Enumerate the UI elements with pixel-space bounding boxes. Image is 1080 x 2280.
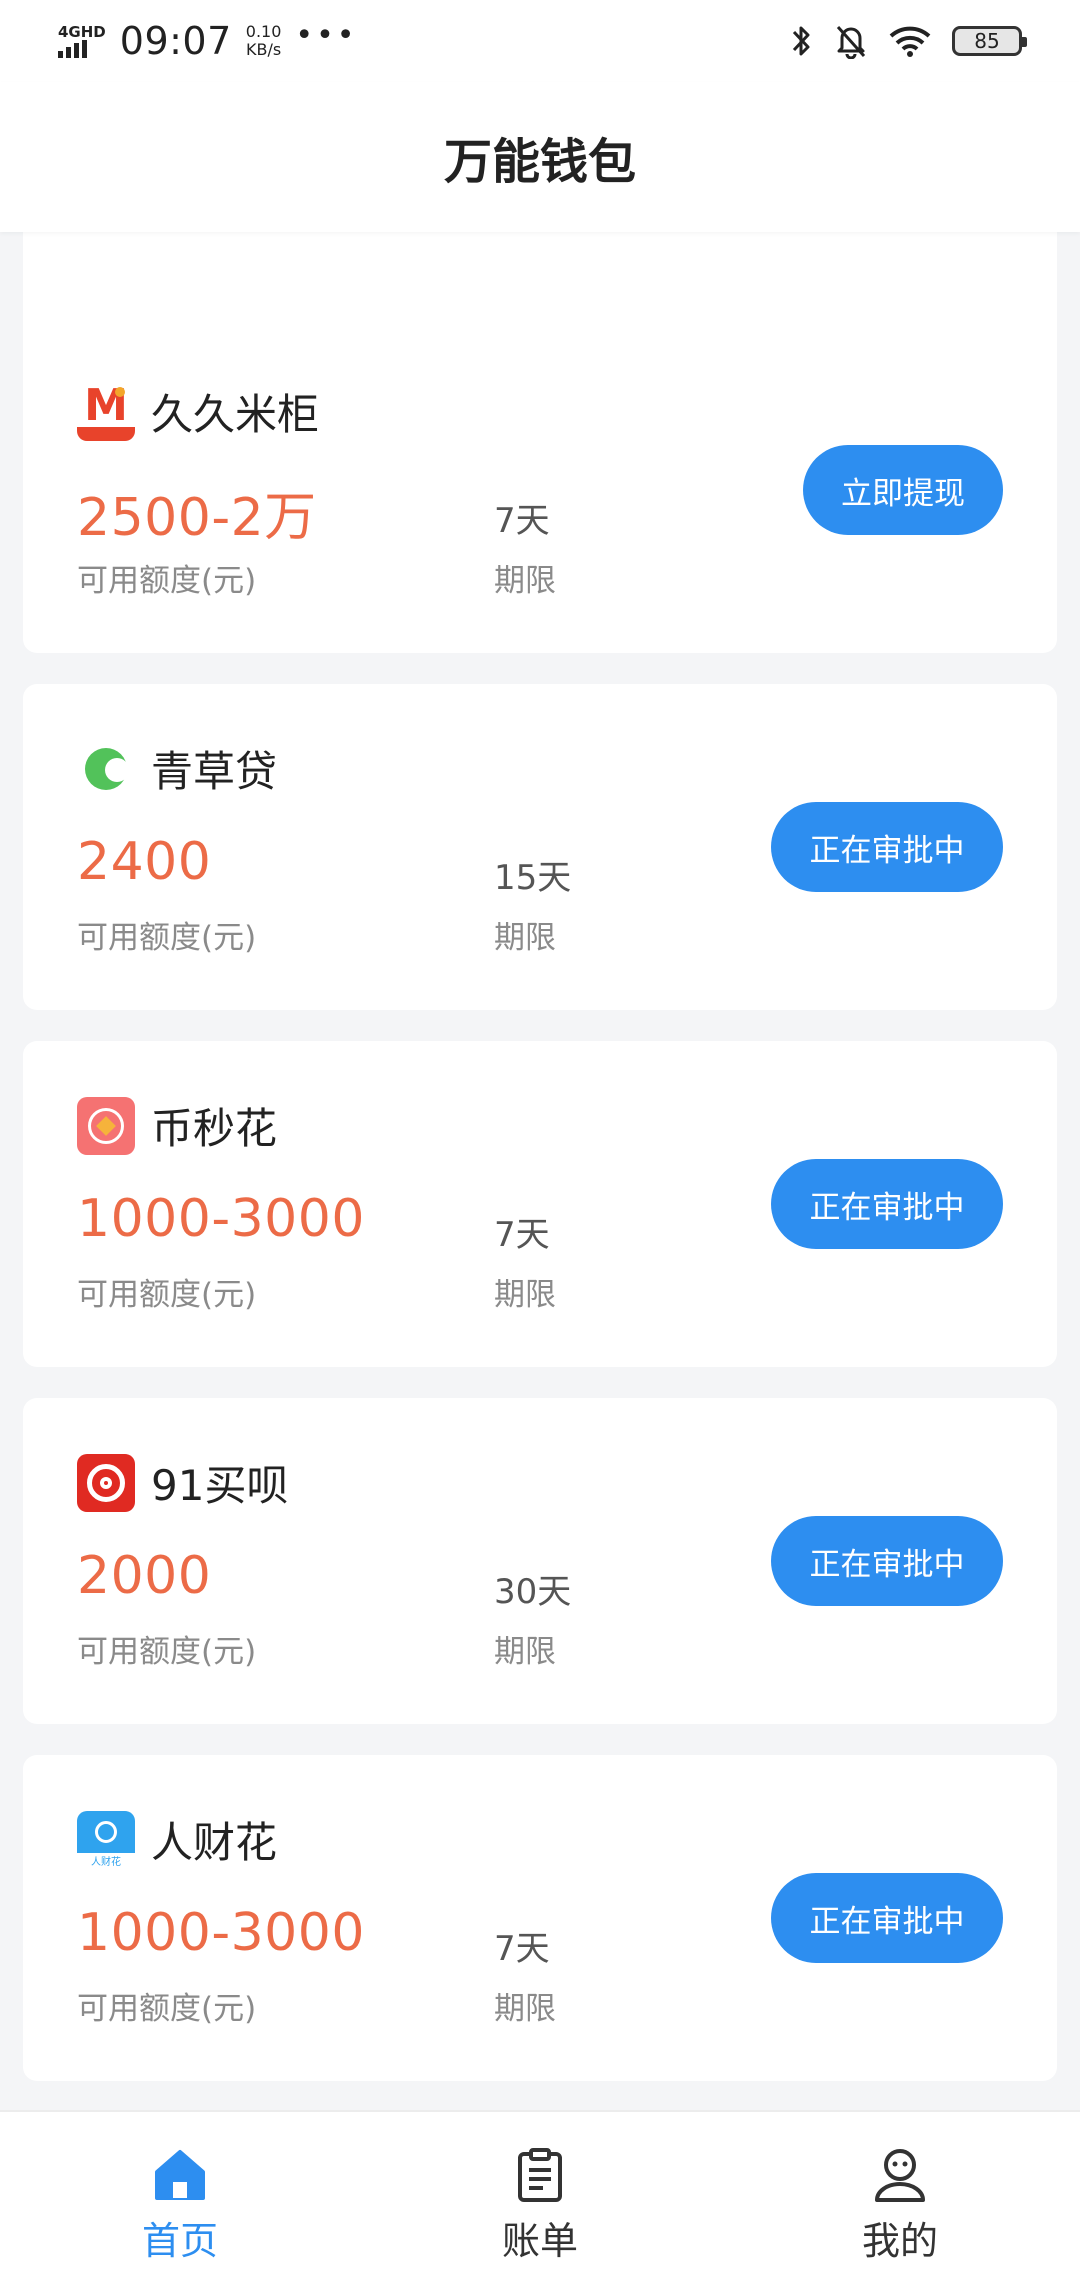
logo-text: 人财花 [91,1856,121,1868]
loan-term: 7天 [494,1929,550,1969]
loan-term: 7天 [494,1215,550,1255]
tab-label: 账单 [501,2219,578,2263]
bluetooth-icon [792,26,810,56]
app-header: 万能钱包 [0,82,1080,232]
network-speed: 0.10 KB/s [246,23,282,59]
credit-amount-label: 可用额度(元) [77,1277,257,1313]
tab-home[interactable]: 首页 [0,2112,360,2280]
loan-term: 15天 [494,858,572,898]
credit-amount: 2500-2万 [77,488,317,548]
product-brand: 91买呗 [77,1452,288,1513]
wifi-icon [889,26,931,57]
bell-muted-icon [836,25,866,59]
loan-term: 30天 [494,1572,572,1612]
product-card[interactable]: 币秒花 1000-3000 可用额度(元) 7天 期限 正在审批中 [23,1041,1057,1367]
rencaihua-logo-icon: 人财花 [77,1810,135,1869]
product-brand: M 久久米柜 [77,381,319,442]
credit-amount: 1000-3000 [77,1903,365,1963]
loan-term-label: 期限 [494,1634,556,1670]
battery-level: 85 [974,29,1000,53]
screen: 4GHD 09:07 0.10 KB/s ••• 85 万能钱包 M 久久米柜 … [0,0,1080,2280]
approval-status-button[interactable]: 正在审批中 [771,1159,1003,1249]
loan-term: 7天 [494,501,550,541]
status-time: 09:07 [119,19,232,63]
product-card[interactable]: 青草贷 2400 可用额度(元) 15天 期限 正在审批中 [23,684,1057,1010]
product-name: 青草贷 [151,747,278,796]
loan-term-label: 期限 [494,1991,556,2027]
user-icon [875,2149,925,2202]
product-name: 91买呗 [151,1461,289,1510]
coin-logo-icon [77,1096,135,1155]
product-brand: 币秒花 [77,1095,277,1156]
credit-amount: 2000 [77,1546,212,1606]
credit-amount: 2400 [77,832,212,892]
speed-unit: KB/s [245,40,282,59]
status-left: 4GHD 09:07 0.10 KB/s ••• [58,17,358,63]
credit-amount-label: 可用额度(元) [77,563,257,599]
signal-bars-icon [58,40,87,58]
product-list[interactable]: M 久久米柜 2500-2万 可用额度(元) 7天 期限 立即提现 青草贷 24… [0,232,1080,2110]
home-icon [155,2150,205,2200]
credit-amount-label: 可用额度(元) [77,920,257,956]
tab-label: 我的 [861,2219,938,2263]
product-name: 币秒花 [151,1104,278,1153]
page-title: 万能钱包 [443,134,636,190]
product-brand: 人财花 人财花 [77,1809,277,1870]
approval-status-button[interactable]: 正在审批中 [771,802,1003,892]
loan-term-label: 期限 [494,920,556,956]
signal-indicator: 4GHD [58,24,106,58]
network-type: 4GHD [58,23,106,41]
product-card[interactable]: 人财花 人财花 1000-3000 可用额度(元) 7天 期限 正在审批中 [23,1755,1057,2081]
tab-label: 首页 [141,2219,218,2263]
product-card[interactable]: 91买呗 2000 可用额度(元) 30天 期限 正在审批中 [23,1398,1057,1724]
status-right: 85 [790,23,1027,59]
product-name: 人财花 [151,1818,278,1867]
status-bar: 4GHD 09:07 0.10 KB/s ••• 85 [0,0,1080,82]
jiujiu-logo-icon: M [77,382,135,441]
product-brand: 青草贷 [77,738,277,799]
approval-status-button[interactable]: 正在审批中 [771,1516,1003,1606]
loan-term-label: 期限 [494,563,556,599]
tab-bills[interactable]: 账单 [360,2112,720,2280]
credit-amount: 1000-3000 [77,1189,365,1249]
credit-amount-label: 可用额度(元) [77,1634,257,1670]
bottom-tab-bar: 首页 账单 我的 [0,2110,1080,2280]
credit-amount-label: 可用额度(元) [77,1991,257,2027]
withdraw-button[interactable]: 立即提现 [803,445,1003,535]
loan-term-label: 期限 [494,1277,556,1313]
product-card[interactable]: M 久久米柜 2500-2万 可用额度(元) 7天 期限 立即提现 [23,327,1057,653]
clipboard-icon [518,2148,562,2202]
product-name: 久久米柜 [151,390,320,439]
more-notifications-icon: ••• [295,17,358,53]
target-logo-icon [77,1453,135,1512]
tab-profile[interactable]: 我的 [720,2112,1080,2280]
speed-value: 0.10 [245,22,282,41]
approval-status-button[interactable]: 正在审批中 [771,1873,1003,1963]
battery-icon: 85 [952,26,1027,56]
leaf-logo-icon [77,739,135,798]
